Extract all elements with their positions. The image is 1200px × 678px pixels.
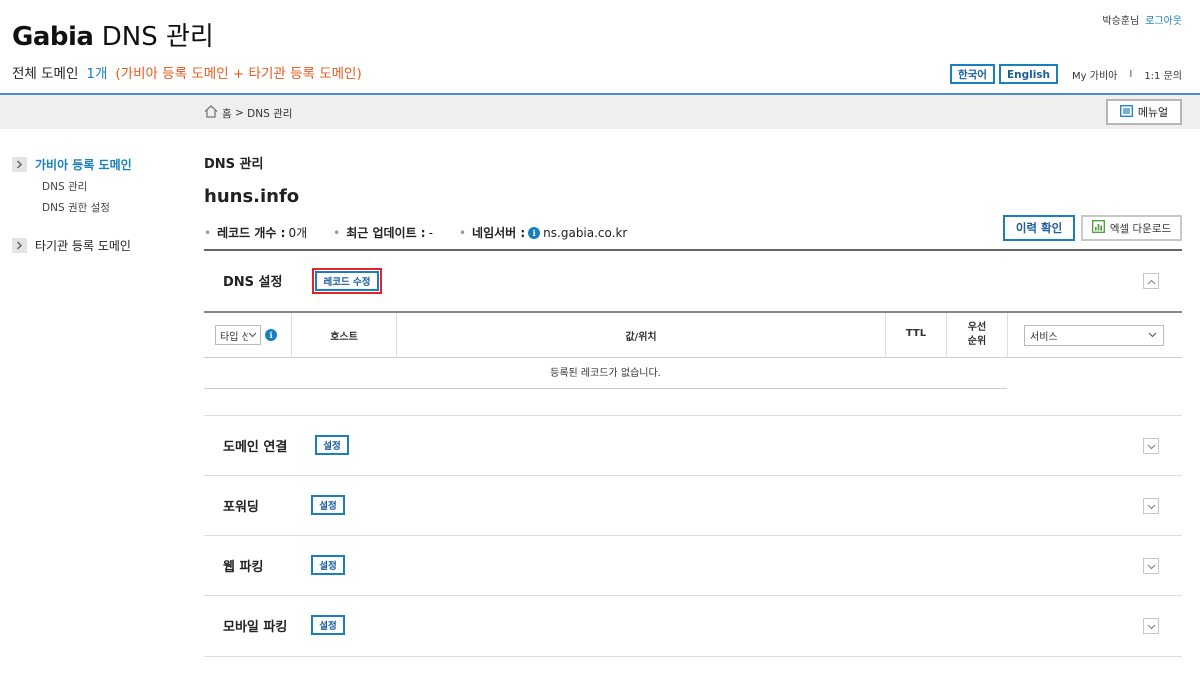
breadcrumb-sep: > xyxy=(235,107,244,119)
last-update-value: - xyxy=(428,225,433,240)
sidebar-item-label: 가비아 등록 도메인 xyxy=(35,157,132,172)
record-count: • 레코드 개수 : 0개 xyxy=(204,224,307,241)
sidebar-item-label: 타기관 등록 도메인 xyxy=(35,238,131,253)
breadcrumb-current: DNS 관리 xyxy=(247,107,293,120)
column-ttl: TTL xyxy=(905,328,927,339)
chevron-up-icon xyxy=(1147,274,1156,288)
service-select[interactable]: 서비스 xyxy=(1024,325,1164,346)
expand-toggle[interactable] xyxy=(1143,618,1159,634)
summary-label: 전체 도메인 xyxy=(12,66,79,82)
chevron-down-icon xyxy=(1147,499,1156,513)
expand-toggle[interactable] xyxy=(1143,558,1159,574)
excel-icon xyxy=(1091,220,1110,236)
separator: I xyxy=(1129,68,1133,80)
manual-label: 메뉴얼 xyxy=(1137,106,1169,119)
records-table-header: 타입 선택 i 호스트 값/위치 TTL 우선 순위 서비스 xyxy=(204,313,1182,358)
empty-records-message: 등록된 레코드가 없습니다. xyxy=(204,358,1007,389)
priority-line2: 순위 xyxy=(967,336,987,347)
expand-toggle[interactable] xyxy=(1143,438,1159,454)
forwarding-title: 포워딩 xyxy=(223,500,259,515)
sidebar-item-gabia-domains[interactable]: 가비아 등록 도메인 xyxy=(12,155,192,173)
logout-link[interactable]: 로그아웃 xyxy=(1145,16,1182,27)
mobile-parking-settings-button[interactable]: 설정 xyxy=(311,615,345,635)
header: Gabia DNS 관리 전체 도메인 1개 (가비아 등록 도메인 + 타기관 등… xyxy=(0,0,1200,95)
mobile-parking-title: 모바일 파킹 xyxy=(223,620,288,635)
excel-label: 엑셀 다운로드 xyxy=(1109,222,1172,235)
breadcrumb-home[interactable]: 홈 xyxy=(222,106,232,121)
breadcrumb-bar: 홈 > DNS 관리 메뉴얼 xyxy=(0,95,1200,129)
chevron-down-icon xyxy=(248,330,257,341)
manual-button[interactable]: 메뉴얼 xyxy=(1106,99,1182,125)
lang-korean-button[interactable]: 한국어 xyxy=(949,64,995,84)
last-update: • 최근 업데이트 : - xyxy=(333,224,433,241)
priority-line1: 우선 xyxy=(967,322,987,333)
chevron-down-icon xyxy=(1148,330,1157,341)
nameserver: • 네임서버 : i ns.gabia.co.kr xyxy=(459,224,627,241)
summary-detail: (가비아 등록 도메인 + 타기관 등록 도메인) xyxy=(115,66,362,82)
expand-toggle[interactable] xyxy=(1143,498,1159,514)
bullet-icon: • xyxy=(458,225,467,240)
user-area: 박승훈님 로그아웃 xyxy=(1102,12,1182,27)
bullet-icon: • xyxy=(204,225,212,240)
excel-download-button[interactable]: 엑셀 다운로드 xyxy=(1081,215,1182,241)
section-divider xyxy=(204,535,1182,536)
record-edit-highlight: 레코드 수정 xyxy=(312,268,382,294)
page-title: DNS 관리 xyxy=(204,157,264,172)
inquiry-link[interactable]: 1:1 문의 xyxy=(1144,67,1182,82)
info-icon[interactable]: i xyxy=(265,329,277,341)
column-divider xyxy=(1007,313,1008,358)
chevron-down-icon xyxy=(1147,559,1156,573)
column-value: 값/위치 xyxy=(625,332,657,343)
web-parking-settings-button[interactable]: 설정 xyxy=(311,555,345,575)
domain-summary: 전체 도메인 1개 (가비아 등록 도메인 + 타기관 등록 도메인) xyxy=(12,62,362,82)
last-update-label: 최근 업데이트 : xyxy=(346,226,426,240)
type-select-value: 타입 선택 xyxy=(220,331,248,343)
home-icon[interactable] xyxy=(204,105,222,121)
sidebar-item-dns-management[interactable]: DNS 관리 xyxy=(42,177,192,198)
nameserver-value: ns.gabia.co.kr xyxy=(543,225,628,240)
sidebar: 가비아 등록 도메인 DNS 관리 DNS 권한 설정 타기관 등록 도메인 xyxy=(12,155,192,254)
record-count-value: 0개 xyxy=(288,226,308,240)
breadcrumb: 홈 > DNS 관리 xyxy=(204,105,292,121)
section-divider xyxy=(204,595,1182,596)
section-divider xyxy=(204,415,1182,416)
chevron-right-icon xyxy=(12,156,27,172)
collapse-toggle[interactable] xyxy=(1143,273,1159,289)
bullet-icon: • xyxy=(333,225,341,240)
service-select-value: 서비스 xyxy=(1030,332,1058,343)
domain-connect-title: 도메인 연결 xyxy=(223,440,288,455)
chevron-down-icon xyxy=(1147,439,1156,453)
sidebar-item-other-domains[interactable]: 타기관 등록 도메인 xyxy=(12,236,192,254)
divider xyxy=(204,249,1182,251)
logo[interactable]: Gabia DNS 관리 xyxy=(12,16,214,53)
history-button[interactable]: 이력 확인 xyxy=(1003,215,1075,241)
my-gabia-link[interactable]: My 가비아 xyxy=(1072,67,1117,82)
record-edit-button[interactable]: 레코드 수정 xyxy=(315,271,379,291)
lang-english-button[interactable]: English xyxy=(998,64,1059,84)
column-priority: 우선 순위 xyxy=(947,321,1007,349)
manual-icon xyxy=(1119,104,1138,120)
nameserver-label: 네임서버 : xyxy=(472,226,526,240)
domain-name: huns.info xyxy=(204,186,300,207)
dns-settings-title: DNS 설정 xyxy=(223,275,283,290)
logo-title: DNS 관리 xyxy=(101,22,214,52)
web-parking-title: 웹 파킹 xyxy=(223,560,264,575)
column-host: 호스트 xyxy=(330,332,358,343)
chevron-right-icon xyxy=(12,237,27,253)
domain-info: • 레코드 개수 : 0개 • 최근 업데이트 : - • 네임서버 : i n… xyxy=(204,224,653,241)
section-divider xyxy=(204,475,1182,476)
logo-brand: Gabia xyxy=(12,22,94,52)
record-count-label: 레코드 개수 : xyxy=(217,226,286,240)
language-row: 한국어 English My 가비아 I 1:1 문의 xyxy=(949,64,1182,84)
section-divider xyxy=(204,656,1182,657)
domain-connect-settings-button[interactable]: 설정 xyxy=(315,435,349,455)
sidebar-item-dns-permission[interactable]: DNS 권한 설정 xyxy=(42,198,192,219)
summary-count: 1개 xyxy=(86,66,108,82)
forwarding-settings-button[interactable]: 설정 xyxy=(311,495,345,515)
chevron-down-icon xyxy=(1147,619,1156,633)
type-select[interactable]: 타입 선택 xyxy=(215,325,261,345)
info-icon[interactable]: i xyxy=(528,226,541,239)
user-name: 박승훈님 xyxy=(1102,16,1140,27)
